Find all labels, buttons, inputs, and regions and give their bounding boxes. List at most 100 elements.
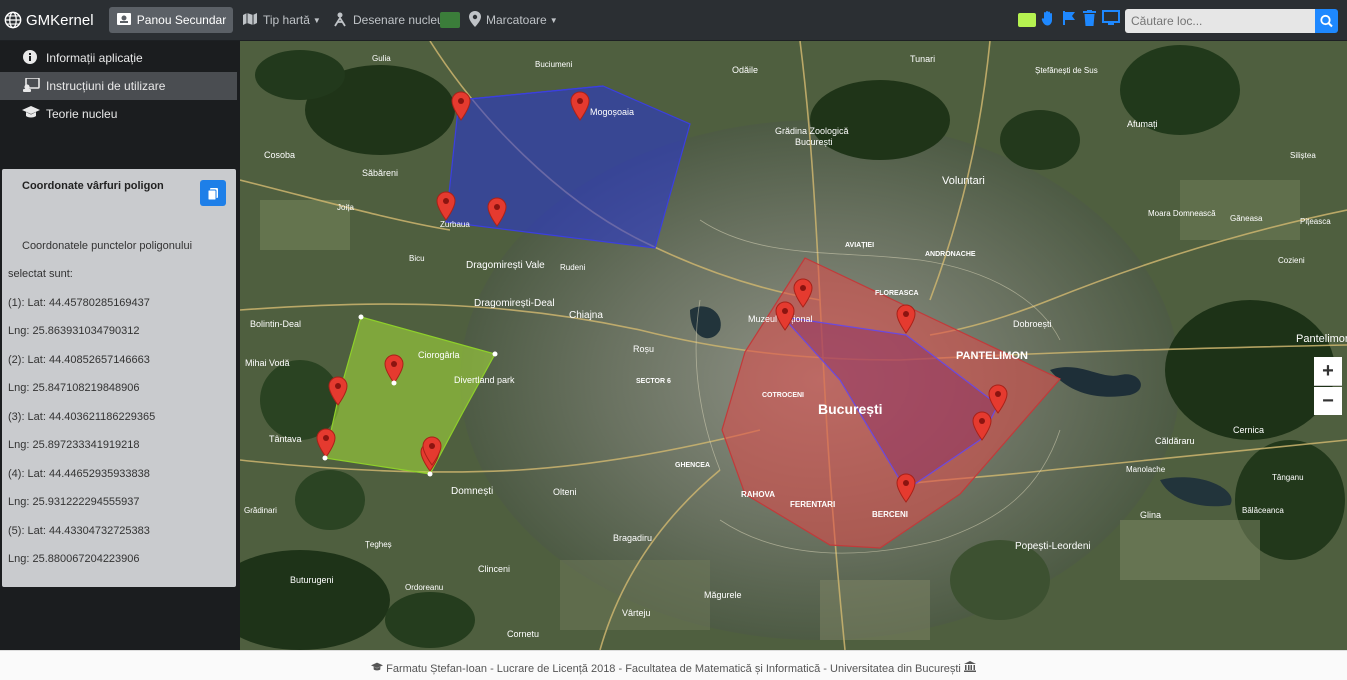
sidebar-item-info-label: Informații aplicație xyxy=(46,51,143,65)
flag-icon[interactable] xyxy=(1061,10,1077,28)
zoom-out-button[interactable]: − xyxy=(1314,387,1342,415)
sidebar-item-instructions-label: Instrucțiuni de utilizare xyxy=(46,79,166,93)
label-cozieni: Cozieni xyxy=(1278,256,1305,265)
label-balaceanca: Bălăceanca xyxy=(1242,506,1284,515)
hand-icon[interactable] xyxy=(1040,10,1056,28)
footer-text: Farmatu Ștefan-Ioan - Lucrare de Licență… xyxy=(386,663,961,675)
nav-marcatoare[interactable]: Marcatoare ▼ xyxy=(469,7,558,33)
university-icon xyxy=(963,661,976,675)
label-dobroesti: Dobroești xyxy=(1013,319,1052,329)
copy-button[interactable] xyxy=(200,180,226,206)
label-ordoreanu: Ordoreanu xyxy=(405,583,443,592)
globe-icon xyxy=(4,11,22,29)
polygon-blue[interactable] xyxy=(445,85,691,249)
nav-desenare-nucleu-label: Desenare nucleu xyxy=(353,13,444,27)
nav-panou-secundar-label: Panou Secundar xyxy=(136,13,227,27)
caret-down-icon: ▼ xyxy=(312,15,321,25)
label-joita: Joița xyxy=(337,203,354,212)
label-bucuresti: București xyxy=(818,401,883,417)
label-teghes: Țegheș xyxy=(365,540,392,549)
coord-lng-1: Lng: 25.863931034790312 xyxy=(8,325,140,337)
nav-tip-harta-label: Tip hartă xyxy=(263,13,310,27)
panel-intro-1: Coordonatele punctelor poligonului xyxy=(22,240,193,252)
label-cernica: Cernica xyxy=(1233,425,1264,435)
nucleus-color-swatch[interactable] xyxy=(440,12,460,28)
coord-lat-3: (3): Lat: 44.403621186229365 xyxy=(8,411,156,423)
coord-lat-4: (4): Lat: 44.44652935933838 xyxy=(8,468,150,480)
label-magurele: Măgurele xyxy=(704,590,742,600)
sidebar-item-info[interactable]: Informații aplicație xyxy=(0,44,237,72)
footer: Farmatu Ștefan-Ioan - Lucrare de Licență… xyxy=(0,650,1347,680)
search-input[interactable] xyxy=(1125,9,1315,33)
label-rosu: Roșu xyxy=(633,344,654,354)
label-clinceni: Clinceni xyxy=(478,564,510,574)
label-stefanesti: Ștefănești de Sus xyxy=(1035,66,1098,75)
draw-icon xyxy=(332,11,348,30)
label-rahova: RAHOVA xyxy=(741,490,775,499)
nav-panou-secundar[interactable]: Panou Secundar xyxy=(109,7,233,33)
label-olteni: Olteni xyxy=(553,487,577,497)
zoom-in-button[interactable]: + xyxy=(1314,357,1342,386)
label-popesti: Popești-Leordeni xyxy=(1015,541,1091,552)
label-tanganu: Tânganu xyxy=(1272,473,1304,482)
label-aviatiei: AVIAȚIEI xyxy=(845,242,874,249)
coord-lng-3: Lng: 25.897233341919218 xyxy=(8,439,140,451)
label-moara: Moara Domnească xyxy=(1148,209,1216,218)
sidebar-item-teorie[interactable]: Teorie nucleu xyxy=(0,100,237,128)
label-buciumeni: Buciumeni xyxy=(535,60,573,69)
polygon-vertex[interactable] xyxy=(322,455,328,461)
polygon-vertex[interactable] xyxy=(391,380,397,386)
label-zurbaua: Zurbaua xyxy=(440,220,470,229)
label-bicu: Bicu xyxy=(409,254,425,263)
label-ciorogarla: Ciorogârla xyxy=(418,350,460,360)
satellite-map[interactable]: București Voluntari Pantelimon PANTELIMO… xyxy=(240,41,1347,650)
label-silistea: Siliștea xyxy=(1290,151,1316,160)
nav-tip-harta[interactable]: Tip hartă ▼ xyxy=(242,7,321,33)
label-berceni: BERCENI xyxy=(872,510,908,519)
label-ganeasa: Găneasa xyxy=(1230,214,1263,223)
sidebar-item-instructions[interactable]: Instrucțiuni de utilizare xyxy=(0,72,237,100)
coordinates-panel: Coordonate vârfuri poligon Coordonatele … xyxy=(2,169,236,587)
copy-icon xyxy=(207,188,218,201)
nav-desenare-nucleu[interactable]: Desenare nucleu xyxy=(332,7,444,33)
search-icon xyxy=(1320,14,1333,28)
label-cotroceni: COTROCENI xyxy=(762,392,804,399)
label-glina: Glina xyxy=(1140,510,1161,520)
label-gradina: Grădina Zoologică xyxy=(775,126,849,136)
navbar: GMKernel Panou Secundar Tip hartă ▼ Dese… xyxy=(0,0,1347,41)
trash-icon[interactable] xyxy=(1081,10,1097,28)
monitor-icon[interactable] xyxy=(1102,10,1120,28)
label-gradinari: Grădinari xyxy=(244,506,277,515)
search-button[interactable] xyxy=(1315,9,1338,33)
label-rudeni: Rudeni xyxy=(560,263,586,272)
brand[interactable]: GMKernel xyxy=(4,9,94,31)
label-varteju: Vârteju xyxy=(622,608,651,618)
coord-lng-2: Lng: 25.847108219848906 xyxy=(8,382,140,394)
lime-color-swatch[interactable] xyxy=(1018,13,1036,27)
label-divertland: Divertland park xyxy=(454,375,515,385)
label-chiajna: Chiajna xyxy=(569,310,603,321)
label-buturugeni: Buturugeni xyxy=(290,575,334,585)
label-mihai: Mihai Vodă xyxy=(245,358,290,368)
label-piteasca: Pițeasca xyxy=(1300,217,1331,226)
map-icon xyxy=(242,12,258,29)
map-marker-icon xyxy=(469,10,481,30)
panel-intro-2: selectat sunt: xyxy=(8,268,73,280)
polygon-vertex[interactable] xyxy=(358,314,364,320)
nav-marcatoare-label: Marcatoare xyxy=(486,13,547,27)
caret-down-icon: ▼ xyxy=(549,15,558,25)
info-icon xyxy=(22,49,38,67)
polygon-vertex[interactable] xyxy=(427,471,433,477)
label-domnesti: Domnești xyxy=(451,486,493,497)
label-ferentari: FERENTARI xyxy=(790,500,835,509)
label-pantelimon-town: Pantelimon xyxy=(1296,333,1347,345)
sidebar: Informații aplicație Instrucțiuni de uti… xyxy=(0,41,240,650)
label-gulia: Gulia xyxy=(372,54,391,63)
label-floreasca: FLOREASCA xyxy=(875,290,919,297)
label-cornetu: Cornetu xyxy=(507,629,539,639)
label-afumati: Afumați xyxy=(1127,119,1158,129)
polygon-vertex[interactable] xyxy=(492,351,498,357)
label-cosoba: Cosoba xyxy=(264,150,295,160)
map-canvas[interactable]: București Voluntari Pantelimon PANTELIMO… xyxy=(240,41,1347,650)
label-sabareni: Săbăreni xyxy=(362,168,398,178)
